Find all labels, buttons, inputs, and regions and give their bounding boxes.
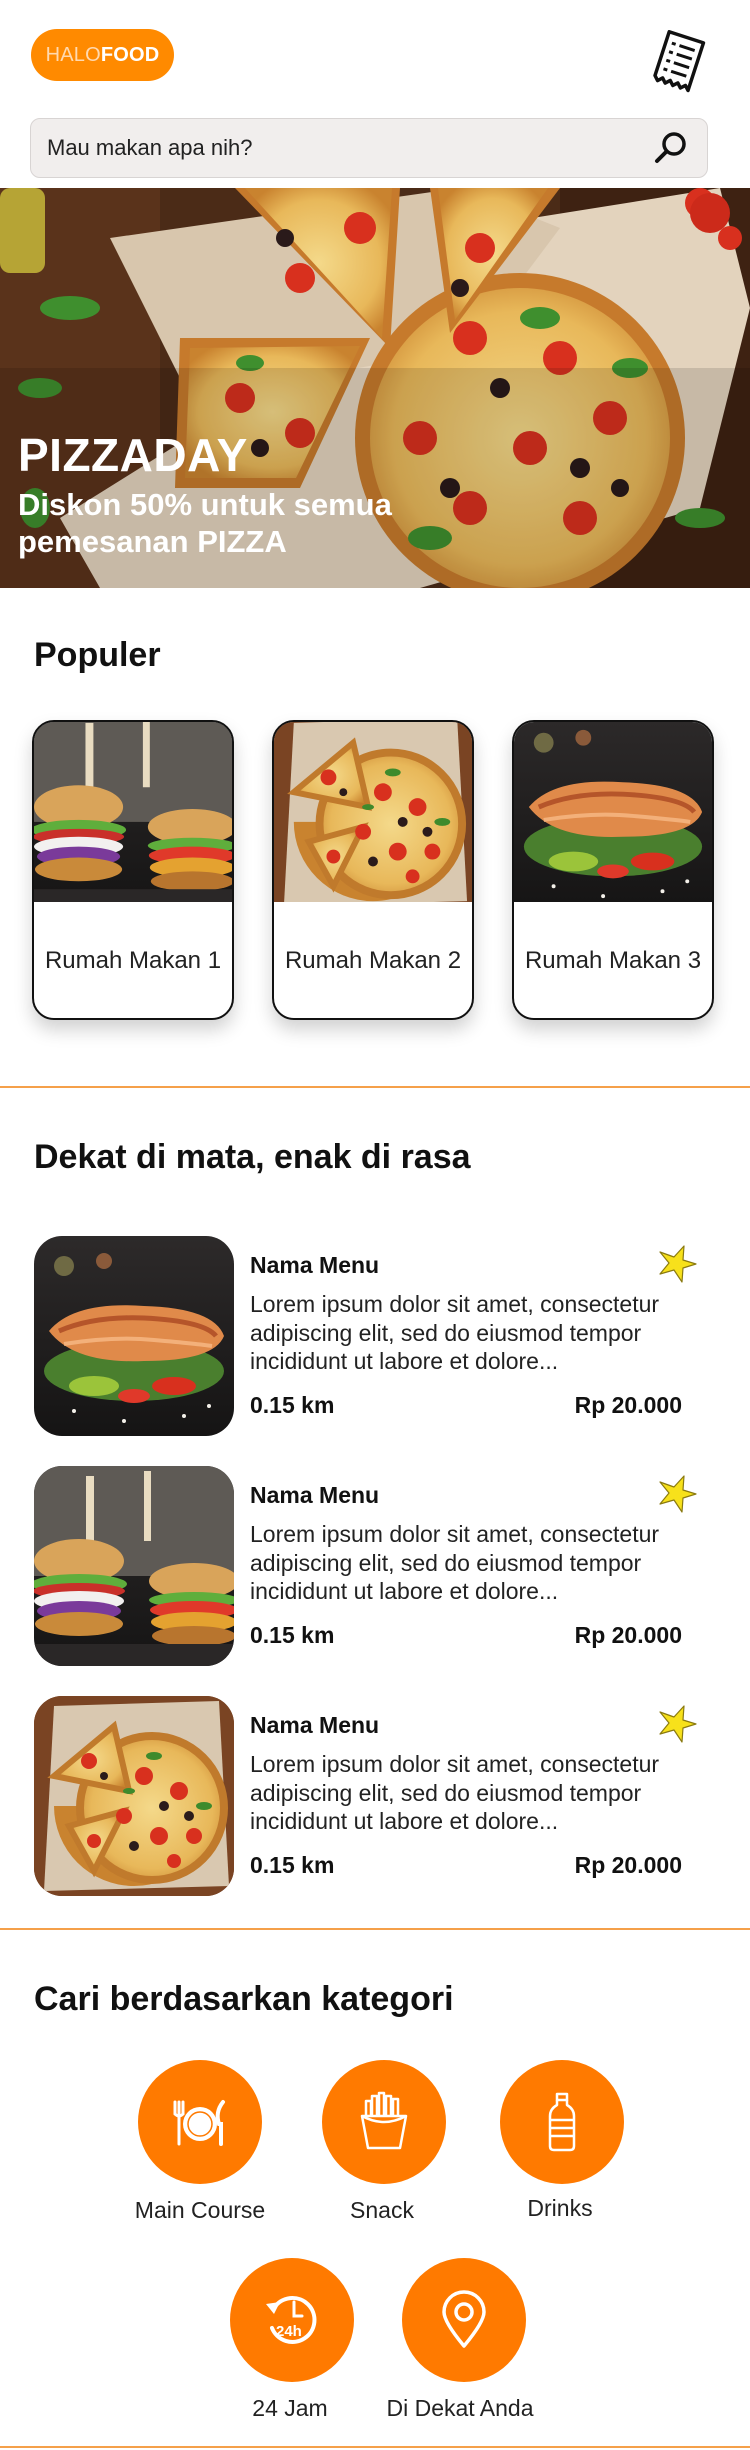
menu-item-distance: 0.15 km <box>250 1392 335 1418</box>
popular-section-title: Populer <box>34 636 161 674</box>
menu-item-distance: 0.15 km <box>250 1622 335 1648</box>
menu-item-price: Rp 20.000 <box>574 1852 682 1878</box>
popular-card-2[interactable]: Rumah Makan 2 <box>272 720 474 1020</box>
menu-item-name: Nama Menu <box>250 1482 380 1508</box>
menu-item-image <box>34 1236 234 1436</box>
plate-cutlery-icon <box>138 2060 262 2184</box>
banner-title: PIZZADAY <box>18 429 248 481</box>
menu-item-name: Nama Menu <box>250 1712 380 1738</box>
star-icon[interactable] <box>654 1244 698 1286</box>
popular-card-name: Rumah Makan 1 <box>44 947 222 974</box>
category-di-dekat-anda[interactable]: Di Dekat Anda <box>350 2258 570 2428</box>
star-icon[interactable] <box>654 1704 698 1746</box>
category-label: Di Dekat Anda <box>386 2395 534 2421</box>
logo[interactable]: HALO FOOD <box>31 29 174 81</box>
nearby-menu-item[interactable]: Nama Menu Lorem ipsum dolor sit amet, co… <box>0 1464 750 1669</box>
nearby-section-title: Dekat di mata, enak di rasa <box>34 1138 471 1176</box>
bottle-icon <box>500 2060 624 2184</box>
popular-card-image <box>514 722 712 902</box>
clock-24h-icon: 24h <box>230 2258 354 2382</box>
menu-item-name: Nama Menu <box>250 1252 380 1278</box>
popular-card-1[interactable]: Rumah Makan 1 <box>32 720 234 1020</box>
section-divider <box>0 1928 750 1930</box>
search-input[interactable] <box>31 134 651 162</box>
search-bar[interactable] <box>30 118 708 178</box>
banner-subtitle: Diskon 50% untuk semua pemesanan PIZZA <box>18 487 392 559</box>
category-label: Drinks <box>527 2195 593 2221</box>
section-divider <box>0 1086 750 1088</box>
menu-item-distance: 0.15 km <box>250 1852 335 1878</box>
menu-item-image <box>34 1466 234 1666</box>
popular-card-3[interactable]: Rumah Makan 3 <box>512 720 714 1020</box>
receipt-icon[interactable] <box>646 30 710 96</box>
section-divider <box>0 2446 750 2448</box>
fries-icon <box>322 2060 446 2184</box>
location-pin-icon <box>402 2258 526 2382</box>
popular-card-name: Rumah Makan 3 <box>524 947 702 974</box>
menu-item-description: Lorem ipsum dolor sit amet, consectetur … <box>250 1291 660 1374</box>
nearby-menu-item[interactable]: Nama Menu Lorem ipsum dolor sit amet, co… <box>0 1234 750 1439</box>
logo-text-bold: FOOD <box>100 43 160 66</box>
logo-text-light: HALO <box>45 43 101 66</box>
star-icon[interactable] <box>654 1474 698 1516</box>
menu-item-price: Rp 20.000 <box>574 1622 682 1648</box>
popular-card-name: Rumah Makan 2 <box>284 947 462 974</box>
svg-text:24h: 24h <box>276 2323 302 2340</box>
popular-card-image <box>34 722 232 902</box>
menu-item-description: Lorem ipsum dolor sit amet, consectetur … <box>250 1751 660 1834</box>
nearby-menu-item[interactable]: Nama Menu Lorem ipsum dolor sit amet, co… <box>0 1694 750 1899</box>
menu-item-description: Lorem ipsum dolor sit amet, consectetur … <box>250 1521 660 1604</box>
popular-card-image <box>274 722 472 902</box>
menu-item-image <box>34 1696 234 1896</box>
category-drinks[interactable]: Drinks <box>450 2060 670 2230</box>
categories-section-title: Cari berdasarkan kategori <box>34 1980 454 2018</box>
menu-item-price: Rp 20.000 <box>574 1392 682 1418</box>
search-icon[interactable] <box>651 128 691 168</box>
